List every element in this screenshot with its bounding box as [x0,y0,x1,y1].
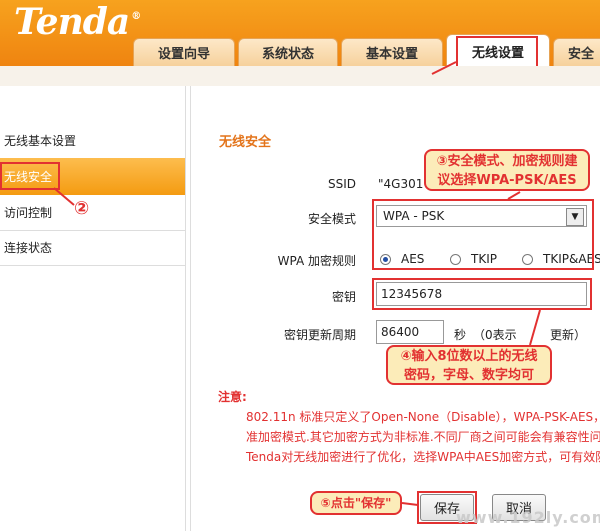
annotation-arrows [53,61,541,506]
arrow-step3 [507,191,521,200]
arrow-step2 [53,187,75,206]
arrow-step1 [431,61,457,75]
arrow-step5 [401,502,419,506]
watermark: www.192ly.com [456,508,600,527]
arrow-step4 [529,309,541,346]
